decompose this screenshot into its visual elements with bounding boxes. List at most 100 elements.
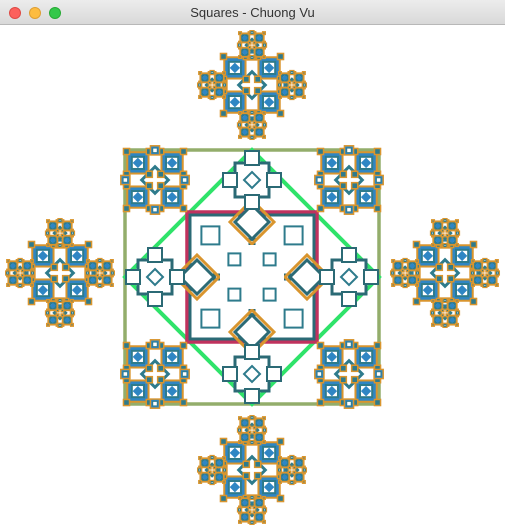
cluster-cross-diamond [49,317,56,324]
cluster-edge-dot [98,259,102,263]
cluster-dot [292,85,297,90]
cluster-edge-dot [431,311,435,315]
cluster-dot [253,460,262,469]
cluster-dot [212,465,217,470]
cluster-dot [350,170,359,179]
cluster-edge-dot [238,123,242,127]
cluster-cross-diamond [49,237,56,244]
cluster-dot [238,495,243,500]
cluster-dot [46,298,51,303]
cluster-dot [277,479,282,484]
cluster-dot [470,282,475,287]
cluster-dot [292,465,297,470]
cluster-edge-dot [181,177,188,183]
cluster-dot [440,308,445,313]
cluster-edge-dot [403,283,407,287]
cluster-dot [238,110,243,115]
cluster-dot [100,268,105,273]
cluster-edge-dot [443,323,447,327]
cluster-edge-dot [223,83,227,87]
cluster-dot [446,274,455,283]
cluster-cross-diamond [89,277,96,284]
cluster-dot [339,181,348,190]
cluster-dot [179,147,188,156]
cluster-edge-dot [46,311,50,315]
cluster-edge-dot [238,428,242,432]
cluster-edge-dot [262,428,266,432]
cluster-dot [207,465,212,470]
cluster-cross-diamond [64,237,71,244]
cluster-cross-diamond [296,474,303,481]
cluster-edge-dot [346,206,352,213]
cluster-cross-diamond [241,34,248,41]
cluster-dot [480,273,485,278]
cluster-edge-dot [470,271,474,275]
cluster-cross-diamond [434,317,441,324]
cluster-dot [219,494,228,503]
cluster-edge-dot [443,244,447,248]
cluster-dot [391,259,396,264]
cluster-cross-diamond [216,474,223,481]
cluster-cross-diamond [201,74,208,81]
cluster-dot [50,274,59,283]
cluster-dot [415,282,420,287]
cluster-dot [247,125,252,130]
cluster-edge-dot [250,135,254,139]
cluster-dot [156,375,165,384]
window-titlebar[interactable]: Squares - Chuong Vu [0,0,505,25]
cluster-dot [242,460,251,469]
cluster-dot [247,120,252,125]
cluster-cross-diamond [256,114,263,121]
cluster-dot [287,465,292,470]
mid-motif-satellite [341,247,357,263]
mid-motif-satellite [147,291,163,307]
cluster-dot [30,282,35,287]
cluster-dot [415,259,420,264]
inner-corner-square [200,308,221,329]
mid-motif-satellite [125,269,141,285]
cluster-dot [485,273,490,278]
cluster-cross-diamond [474,277,481,284]
cluster-dot [339,364,348,373]
cluster-edge-dot [58,244,62,248]
cluster-edge-dot [316,177,323,183]
cluster-dot [20,268,25,273]
mid-motif-satellite [244,344,260,360]
cluster-dot [6,259,11,264]
cluster-dot [222,479,227,484]
cluster-dot [61,274,70,283]
cluster-edge-dot [58,298,62,302]
cluster-dot [252,430,257,435]
cluster-dot [20,273,25,278]
cluster-dot [122,204,131,213]
cluster-edge-dot [210,456,214,460]
cluster-dot [373,147,382,156]
cluster-dot [46,219,51,224]
cluster-dot [179,341,188,350]
cluster-dot [27,240,36,249]
mid-motif-satellite [341,291,357,307]
cluster-dot [55,313,60,318]
mid-motif-satellite [244,388,260,404]
cluster-dot [454,219,459,224]
cluster-cross-diamond [296,89,303,96]
cluster-edge-dot [346,400,352,407]
cluster-dot [276,109,285,118]
cluster-cross-diamond [201,459,208,466]
cluster-cross-diamond [434,222,441,229]
cluster-dot [212,470,217,475]
cluster-edge-dot [443,219,447,223]
cluster-edge-dot [443,298,447,302]
mid-motif-satellite [147,247,163,263]
inner-mini-square [227,252,242,267]
inner-corner-square [283,225,304,246]
cluster-edge-dot [210,95,214,99]
cluster-edge-dot [403,259,407,263]
cluster-edge-dot [290,95,294,99]
cluster-cross-diamond [434,237,441,244]
cluster-cross-diamond [104,277,111,284]
cluster-dot [60,308,65,313]
cluster-dot [454,243,459,248]
cluster-edge-dot [290,456,294,460]
cluster-edge-dot [18,283,22,287]
